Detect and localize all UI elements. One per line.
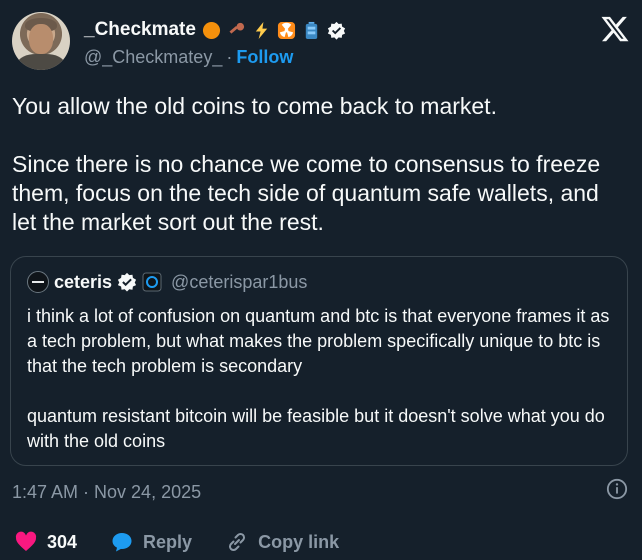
reply-label: Reply	[143, 531, 193, 552]
x-logo-icon[interactable]	[600, 14, 630, 44]
quote-paragraph: i think a lot of confusion on quantum an…	[27, 306, 610, 376]
quoted-tweet[interactable]: ceteris @ceterispar1bus i think a lot of…	[10, 256, 628, 466]
verified-badge-icon	[117, 272, 137, 292]
author-handle[interactable]: @_Checkmatey_	[84, 47, 222, 68]
info-icon[interactable]	[606, 478, 628, 500]
quote-author-handle: @ceterispar1bus	[171, 271, 308, 292]
tweet-header: _Checkmate @_Checkmatey_ · Follow	[12, 12, 632, 74]
follow-button[interactable]: Follow	[236, 47, 293, 68]
quote-avatar	[27, 271, 49, 293]
author-name[interactable]: _Checkmate	[84, 19, 196, 41]
author-handle-row: @_Checkmatey_ · Follow	[84, 47, 293, 68]
key-icon	[229, 22, 245, 34]
verified-badge-icon	[327, 21, 346, 40]
tweet-paragraph: Since there is no chance we come to cons…	[12, 151, 601, 235]
quote-header: ceteris @ceterispar1bus	[27, 271, 307, 293]
reply-button[interactable]: Reply	[110, 530, 192, 554]
separator-dot: ·	[226, 47, 233, 67]
lightning-icon	[255, 21, 268, 39]
like-button[interactable]: 304	[14, 530, 77, 554]
battery-icon	[305, 21, 318, 39]
quote-text: i think a lot of confusion on quantum an…	[27, 304, 617, 454]
radioactive-icon	[277, 21, 296, 39]
author-avatar[interactable]	[12, 12, 70, 70]
heart-icon	[15, 531, 37, 551]
like-count: 304	[47, 531, 78, 552]
tweet-timestamp[interactable]: 1:47 AM · Nov 24, 2025	[12, 482, 201, 503]
copy-link-label: Copy link	[258, 531, 340, 552]
link-icon	[229, 532, 246, 552]
affiliate-badge-icon	[142, 272, 162, 292]
action-bar: 304 Reply Copy link	[14, 530, 372, 554]
orange-circle-icon	[202, 21, 221, 39]
reply-bubble-icon	[112, 533, 132, 552]
quote-author-name: ceteris	[54, 271, 113, 292]
copy-link-button[interactable]: Copy link	[225, 530, 339, 554]
tweet-paragraph: You allow the old coins to come back to …	[12, 93, 497, 119]
tweet-text: You allow the old coins to come back to …	[12, 92, 622, 237]
quote-paragraph: quantum resistant bitcoin will be feasib…	[27, 406, 605, 451]
author-name-row: _Checkmate	[84, 19, 346, 41]
